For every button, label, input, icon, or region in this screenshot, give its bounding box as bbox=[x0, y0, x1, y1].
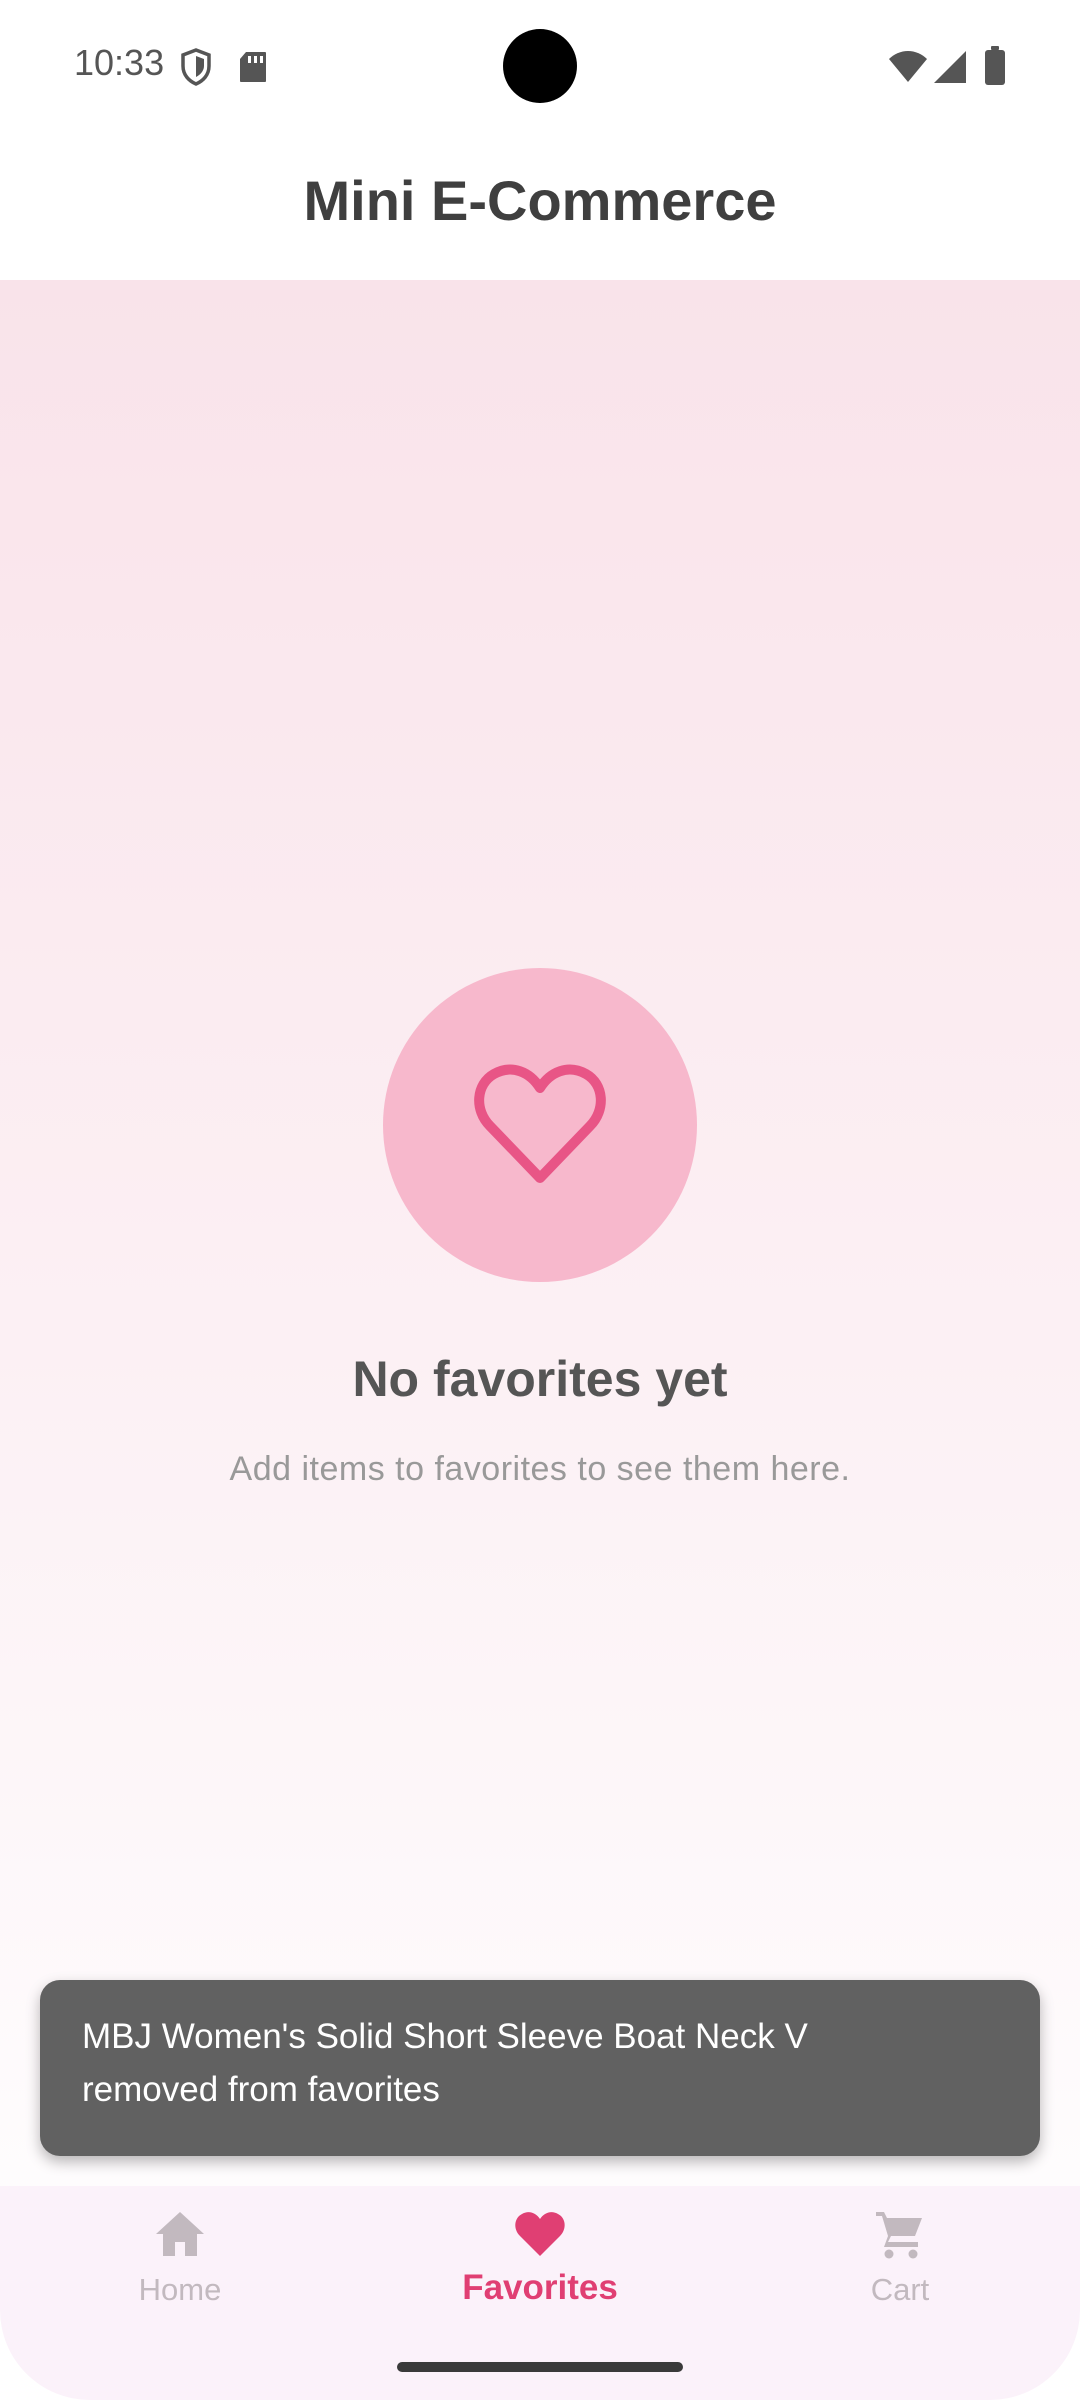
shield-icon bbox=[181, 48, 211, 86]
nav-label-favorites: Favorites bbox=[462, 2268, 618, 2307]
empty-state-icon-circle bbox=[383, 968, 697, 1282]
battery-icon bbox=[985, 46, 1005, 85]
heart-icon bbox=[515, 2212, 565, 2256]
snackbar-message: MBJ Women's Solid Short Sleeve Boat Neck… bbox=[82, 2017, 808, 2109]
home-icon bbox=[156, 2212, 204, 2256]
gesture-home-indicator[interactable] bbox=[397, 2362, 683, 2372]
favorites-content: No favorites yet Add items to favorites … bbox=[0, 280, 1080, 2186]
signal-icon bbox=[934, 51, 966, 83]
snackbar: MBJ Women's Solid Short Sleeve Boat Neck… bbox=[40, 1980, 1040, 2156]
app-bar: Mini E-Commerce bbox=[0, 130, 1080, 280]
wifi-icon bbox=[889, 51, 927, 82]
sd-card-icon bbox=[240, 52, 266, 82]
nav-item-favorites[interactable]: Favorites bbox=[390, 2206, 690, 2326]
nav-label-home: Home bbox=[138, 2272, 222, 2307]
status-bar: 10:33 bbox=[0, 0, 1080, 130]
empty-state-title: No favorites yet bbox=[352, 1351, 728, 1407]
status-time: 10:33 bbox=[74, 42, 165, 83]
cart-icon bbox=[876, 2212, 922, 2259]
camera-cutout bbox=[503, 29, 577, 103]
app-title: Mini E-Commerce bbox=[303, 168, 777, 232]
nav-item-cart[interactable]: Cart bbox=[750, 2206, 1050, 2326]
nav-item-home[interactable]: Home bbox=[30, 2206, 330, 2326]
empty-state-subtitle: Add items to favorites to see them here. bbox=[229, 1450, 851, 1488]
nav-label-cart: Cart bbox=[870, 2272, 930, 2307]
app-screen: 10:33 Mini E-Commerce No favorites yet A… bbox=[0, 0, 1080, 2400]
heart-outline-icon bbox=[474, 1064, 606, 1183]
bottom-navigation: Home Favorites Cart bbox=[0, 2186, 1080, 2400]
